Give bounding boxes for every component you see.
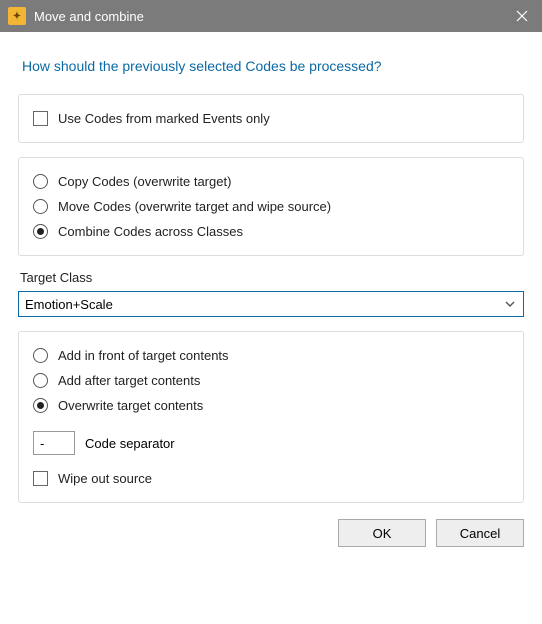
mode-copy-row[interactable]: Copy Codes (overwrite target) xyxy=(33,174,509,189)
close-icon xyxy=(516,10,528,22)
marked-only-checkbox[interactable] xyxy=(33,111,48,126)
marked-only-checkbox-row[interactable]: Use Codes from marked Events only xyxy=(33,111,509,126)
placement-after-radio[interactable] xyxy=(33,373,48,388)
placement-after-row[interactable]: Add after target contents xyxy=(33,373,509,388)
close-button[interactable] xyxy=(502,0,542,32)
app-icon: ✦ xyxy=(8,7,26,25)
separator-label: Code separator xyxy=(85,436,175,451)
marked-only-label: Use Codes from marked Events only xyxy=(58,111,270,126)
mode-move-radio[interactable] xyxy=(33,199,48,214)
placement-panel: Add in front of target contents Add afte… xyxy=(18,331,524,503)
dialog-buttons: OK Cancel xyxy=(18,519,524,547)
mode-combine-label: Combine Codes across Classes xyxy=(58,224,243,239)
target-class-input[interactable] xyxy=(19,292,497,316)
prompt-text: How should the previously selected Codes… xyxy=(22,58,520,74)
separator-row: Code separator xyxy=(33,431,509,455)
mode-copy-label: Copy Codes (overwrite target) xyxy=(58,174,231,189)
wipe-source-row[interactable]: Wipe out source xyxy=(33,471,509,486)
mode-move-label: Move Codes (overwrite target and wipe so… xyxy=(58,199,331,214)
placement-front-radio[interactable] xyxy=(33,348,48,363)
mode-move-row[interactable]: Move Codes (overwrite target and wipe so… xyxy=(33,199,509,214)
target-class-combo[interactable] xyxy=(18,291,524,317)
placement-front-label: Add in front of target contents xyxy=(58,348,229,363)
target-class-label: Target Class xyxy=(20,270,522,285)
mode-panel: Copy Codes (overwrite target) Move Codes… xyxy=(18,157,524,256)
placement-overwrite-radio[interactable] xyxy=(33,398,48,413)
separator-input[interactable] xyxy=(33,431,75,455)
mode-combine-row[interactable]: Combine Codes across Classes xyxy=(33,224,509,239)
wipe-source-label: Wipe out source xyxy=(58,471,152,486)
chevron-down-icon xyxy=(504,298,516,310)
cancel-button[interactable]: Cancel xyxy=(436,519,524,547)
dialog-body: How should the previously selected Codes… xyxy=(0,32,542,561)
placement-after-label: Add after target contents xyxy=(58,373,200,388)
titlebar: ✦ Move and combine xyxy=(0,0,542,32)
mode-copy-radio[interactable] xyxy=(33,174,48,189)
window-title: Move and combine xyxy=(34,9,502,24)
mode-combine-radio[interactable] xyxy=(33,224,48,239)
target-class-dropdown-button[interactable] xyxy=(497,292,523,316)
placement-overwrite-row[interactable]: Overwrite target contents xyxy=(33,398,509,413)
ok-button[interactable]: OK xyxy=(338,519,426,547)
placement-front-row[interactable]: Add in front of target contents xyxy=(33,348,509,363)
wipe-source-checkbox[interactable] xyxy=(33,471,48,486)
marked-only-panel: Use Codes from marked Events only xyxy=(18,94,524,143)
placement-overwrite-label: Overwrite target contents xyxy=(58,398,203,413)
